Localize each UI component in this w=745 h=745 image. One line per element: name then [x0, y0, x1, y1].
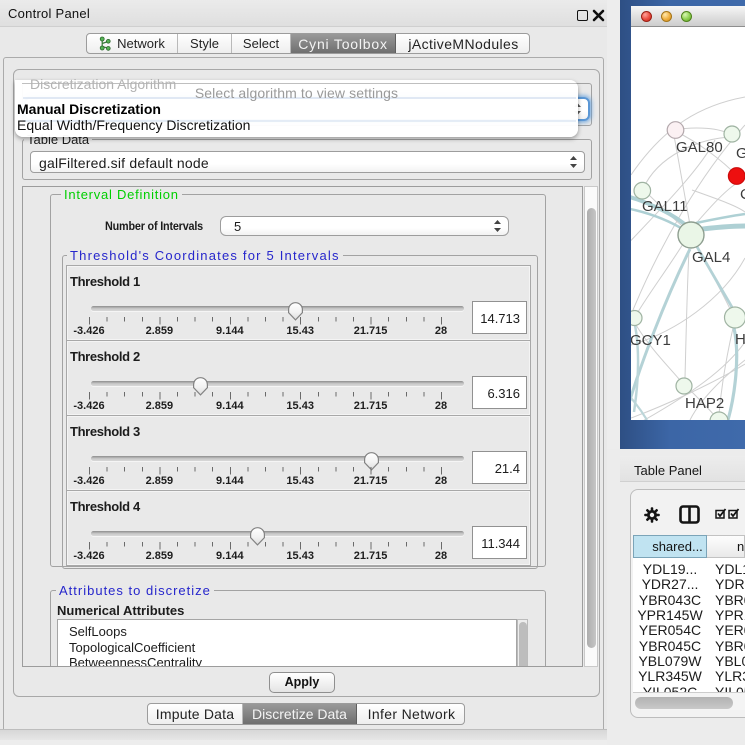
svg-text:CY: CY [740, 186, 745, 203]
svg-text:GAL11: GAL11 [642, 198, 688, 215]
svg-text:HAP2: HAP2 [685, 395, 724, 412]
svg-text:GAL4: GAL4 [692, 249, 730, 266]
svg-text:HI: HI [735, 331, 745, 348]
svg-text:GA: GA [736, 145, 745, 162]
svg-text:GCY1: GCY1 [631, 332, 671, 349]
svg-text:GAL80: GAL80 [676, 139, 723, 156]
